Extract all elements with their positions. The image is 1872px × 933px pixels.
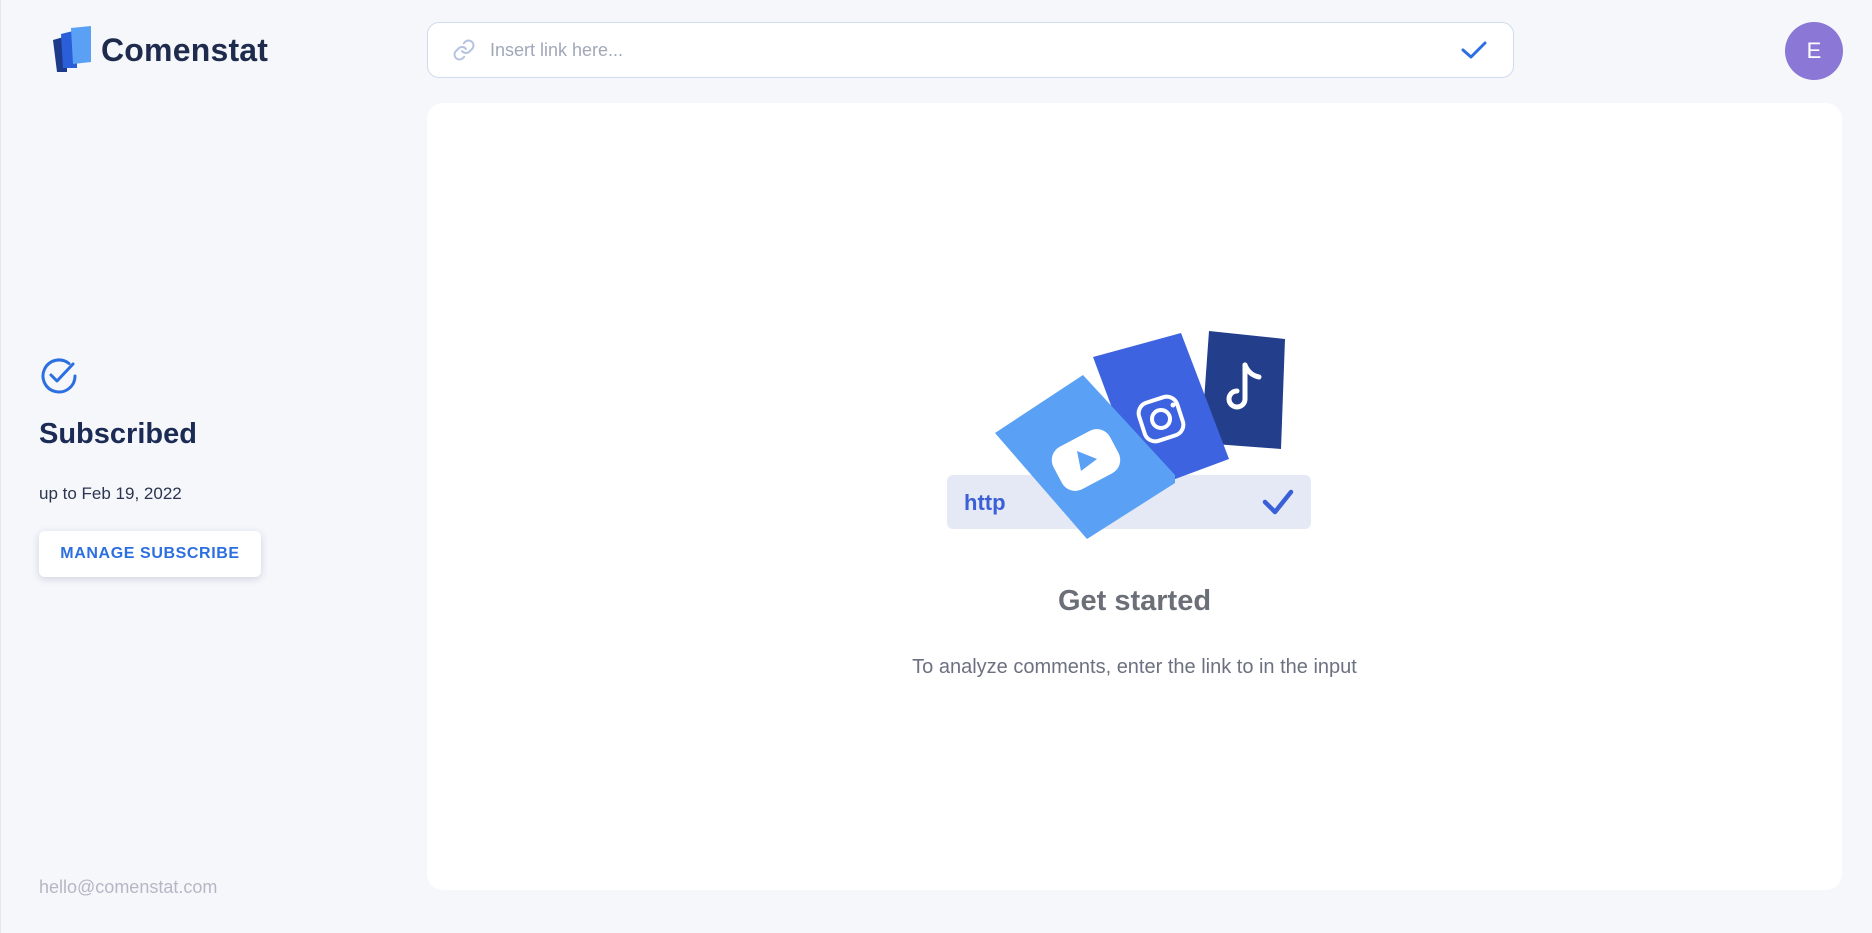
get-started-subtitle: To analyze comments, enter the link to i… [912, 656, 1357, 678]
link-submit-button[interactable] [1459, 35, 1489, 65]
get-started-illustration: http [947, 331, 1311, 539]
app-page: Comenstat E Subscribed up to Feb 19, 202… [0, 0, 1872, 933]
manage-subscribe-button[interactable]: MANAGE SUBSCRIBE [39, 531, 261, 577]
subscription-expiry: up to Feb 19, 2022 [39, 484, 182, 503]
http-label: http [964, 490, 1006, 515]
main-content-card: http Get started To analyze comments, en… [427, 103, 1842, 890]
checkmark-icon [1461, 41, 1487, 59]
link-input-bar [427, 22, 1514, 78]
get-started-title: Get started [1057, 585, 1212, 617]
subscription-status: Subscribed [39, 418, 197, 450]
user-avatar[interactable]: E [1785, 22, 1843, 80]
avatar-initial: E [1806, 38, 1822, 63]
app-logo[interactable]: Comenstat [51, 26, 268, 74]
app-name: Comenstat [101, 31, 269, 68]
logo-icon [53, 26, 91, 72]
check-circle-icon [41, 358, 77, 394]
contact-email-link[interactable]: hello@comenstat.com [39, 877, 217, 898]
link-icon [452, 38, 476, 62]
link-input[interactable] [490, 39, 1459, 61]
